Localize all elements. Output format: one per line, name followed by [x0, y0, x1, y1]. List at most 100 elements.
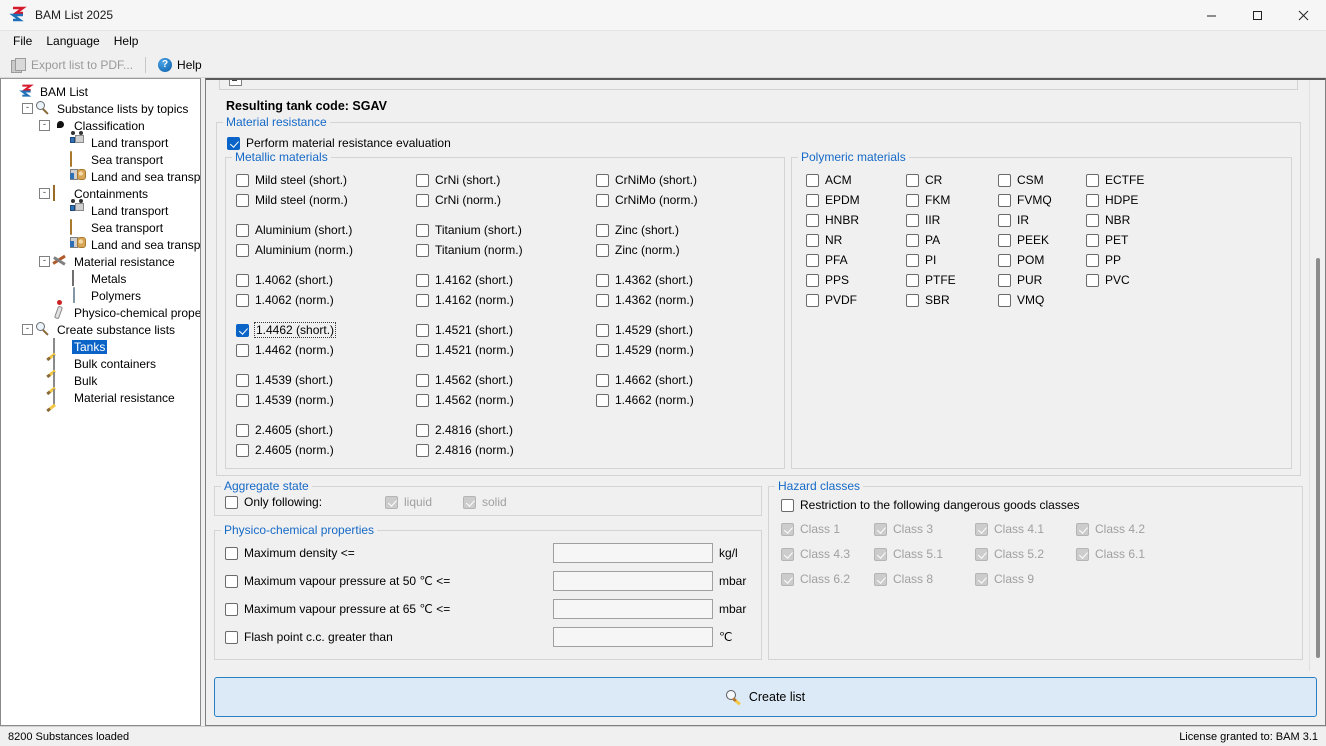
polymeric-pet[interactable]: PET — [1086, 230, 1283, 250]
hazard-checkbox-class-4.3[interactable] — [781, 548, 794, 561]
metallic-checkbox-crnimo-norm.[interactable] — [596, 194, 609, 207]
polymeric-pps[interactable]: PPS — [806, 270, 906, 290]
metallic-1.4162-norm.[interactable]: 1.4162 (norm.) — [416, 290, 596, 310]
liquid-checkbox[interactable] — [385, 496, 398, 509]
tree-item-physico-chemical-properties[interactable]: Physico-chemical properties — [5, 304, 200, 321]
metallic-1.4562-short.[interactable]: 1.4562 (short.) — [416, 370, 596, 390]
hazard-checkbox-class-4.1[interactable] — [975, 523, 988, 536]
tree-expander[interactable]: - — [22, 103, 33, 114]
metallic-checkbox-1.4521-short.[interactable] — [416, 324, 429, 337]
menu-item-language[interactable]: Language — [39, 32, 106, 51]
polymeric-vmq[interactable]: VMQ — [998, 290, 1086, 310]
menu-item-help[interactable]: Help — [107, 32, 146, 51]
minimize-button[interactable] — [1188, 0, 1234, 31]
metallic-checkbox-1.4162-short.[interactable] — [416, 274, 429, 287]
metallic-checkbox-1.4529-norm.[interactable] — [596, 344, 609, 357]
metallic-aluminium-norm.[interactable]: Aluminium (norm.) — [236, 240, 416, 260]
help-button[interactable]: ? Help — [152, 56, 208, 74]
metallic-1.4462-short.[interactable]: 1.4462 (short.) — [236, 320, 416, 340]
metallic-crni-norm.[interactable]: CrNi (norm.) — [416, 190, 596, 210]
tree-item-metals[interactable]: Metals — [5, 270, 200, 287]
metallic-checkbox-1.4562-norm.[interactable] — [416, 394, 429, 407]
polymeric-checkbox-pp[interactable] — [1086, 254, 1099, 267]
physico-input-flash-point-c-c-greater-than[interactable] — [553, 627, 713, 647]
hazard-class-6.1[interactable]: Class 6.1 — [1076, 544, 1294, 564]
hazard-class-1[interactable]: Class 1 — [781, 519, 874, 539]
tree-item-land-and-sea-transport[interactable]: Land and sea transport — [5, 168, 200, 185]
tree-expander[interactable]: - — [39, 120, 50, 131]
metallic-titanium-short.[interactable]: Titanium (short.) — [416, 220, 596, 240]
polymeric-fvmq[interactable]: FVMQ — [998, 190, 1086, 210]
hazard-checkbox-class-9[interactable] — [975, 573, 988, 586]
physico-toggle-maximum-density[interactable]: Maximum density <= — [225, 546, 553, 560]
polymeric-checkbox-sbr[interactable] — [906, 294, 919, 307]
metallic-checkbox-1.4521-norm.[interactable] — [416, 344, 429, 357]
physico-checkbox-maximum-vapour-pressure-at-50[interactable] — [225, 575, 238, 588]
polymeric-checkbox-pvdf[interactable] — [806, 294, 819, 307]
polymeric-checkbox-peek[interactable] — [998, 234, 1011, 247]
physico-input-maximum-density[interactable] — [553, 543, 713, 563]
metallic-1.4521-norm.[interactable]: 1.4521 (norm.) — [416, 340, 596, 360]
polymeric-iir[interactable]: IIR — [906, 210, 998, 230]
polymeric-pom[interactable]: POM — [998, 250, 1086, 270]
polymeric-checkbox-pi[interactable] — [906, 254, 919, 267]
metallic-checkbox-1.4662-norm.[interactable] — [596, 394, 609, 407]
perform-material-resistance-checkbox[interactable] — [227, 137, 240, 150]
metallic-checkbox-1.4662-short.[interactable] — [596, 374, 609, 387]
metallic-zinc-norm.[interactable]: Zinc (norm.) — [596, 240, 776, 260]
metallic-1.4062-short.[interactable]: 1.4062 (short.) — [236, 270, 416, 290]
metallic-1.4521-short.[interactable]: 1.4521 (short.) — [416, 320, 596, 340]
physico-toggle-maximum-vapour-pressure-at-50[interactable]: Maximum vapour pressure at 50 ℃ <= — [225, 574, 553, 588]
tree-expander[interactable]: - — [39, 188, 50, 199]
physico-input-maximum-vapour-pressure-at-65[interactable] — [553, 599, 713, 619]
metallic-checkbox-crnimo-short.[interactable] — [596, 174, 609, 187]
metallic-1.4662-short.[interactable]: 1.4662 (short.) — [596, 370, 776, 390]
polymeric-checkbox-ptfe[interactable] — [906, 274, 919, 287]
only-following-control[interactable]: Only following: — [225, 495, 385, 509]
metallic-1.4562-norm.[interactable]: 1.4562 (norm.) — [416, 390, 596, 410]
polymeric-checkbox-ir[interactable] — [998, 214, 1011, 227]
tree-expander[interactable]: - — [22, 324, 33, 335]
metallic-1.4462-norm.[interactable]: 1.4462 (norm.) — [236, 340, 416, 360]
polymeric-nr[interactable]: NR — [806, 230, 906, 250]
metallic-checkbox-1.4562-short.[interactable] — [416, 374, 429, 387]
polymeric-checkbox-iir[interactable] — [906, 214, 919, 227]
polymeric-pfa[interactable]: PFA — [806, 250, 906, 270]
metallic-checkbox-1.4462-norm.[interactable] — [236, 344, 249, 357]
polymeric-checkbox-pur[interactable] — [998, 274, 1011, 287]
tree-item-containments[interactable]: -Containments — [5, 185, 200, 202]
close-button[interactable] — [1280, 0, 1326, 31]
polymeric-checkbox-pvc[interactable] — [1086, 274, 1099, 287]
metallic-1.4162-short.[interactable]: 1.4162 (short.) — [416, 270, 596, 290]
metallic-checkbox-1.4539-norm.[interactable] — [236, 394, 249, 407]
tree-item-sea-transport[interactable]: Sea transport — [5, 219, 200, 236]
metallic-checkbox-1.4062-norm.[interactable] — [236, 294, 249, 307]
polymeric-pvc[interactable]: PVC — [1086, 270, 1283, 290]
polymeric-checkbox-csm[interactable] — [998, 174, 1011, 187]
only-following-checkbox[interactable] — [225, 496, 238, 509]
metallic-crnimo-norm.[interactable]: CrNiMo (norm.) — [596, 190, 776, 210]
metallic-aluminium-short.[interactable]: Aluminium (short.) — [236, 220, 416, 240]
polymeric-fkm[interactable]: FKM — [906, 190, 998, 210]
tree-item-classification[interactable]: -Classification — [5, 117, 200, 134]
metallic-crni-short.[interactable]: CrNi (short.) — [416, 170, 596, 190]
tree-item-material-resistance[interactable]: -Material resistance — [5, 253, 200, 270]
tree-item-land-transport[interactable]: Land transport — [5, 202, 200, 219]
perform-material-resistance-row[interactable]: Perform material resistance evaluation — [227, 133, 1292, 153]
hazard-class-4.3[interactable]: Class 4.3 — [781, 544, 874, 564]
metallic-checkbox-zinc-short.[interactable] — [596, 224, 609, 237]
hazard-restriction-checkbox[interactable] — [781, 499, 794, 512]
solid-checkbox[interactable] — [463, 496, 476, 509]
menu-item-file[interactable]: File — [6, 32, 39, 51]
hazard-class-8[interactable]: Class 8 — [874, 569, 975, 589]
tree-item-tanks[interactable]: Tanks — [5, 338, 200, 355]
physico-toggle-maximum-vapour-pressure-at-65[interactable]: Maximum vapour pressure at 65 ℃ <= — [225, 602, 553, 616]
metallic-checkbox-1.4362-short.[interactable] — [596, 274, 609, 287]
export-to-pdf-button[interactable]: Export list to PDF... — [5, 56, 139, 74]
metallic-1.4062-norm.[interactable]: 1.4062 (norm.) — [236, 290, 416, 310]
tree-item-land-transport[interactable]: Land transport — [5, 134, 200, 151]
maximize-button[interactable] — [1234, 0, 1280, 31]
metallic-checkbox-titanium-short.[interactable] — [416, 224, 429, 237]
hazard-restriction-row[interactable]: Restriction to the following dangerous g… — [781, 495, 1294, 515]
hazard-class-5.2[interactable]: Class 5.2 — [975, 544, 1076, 564]
